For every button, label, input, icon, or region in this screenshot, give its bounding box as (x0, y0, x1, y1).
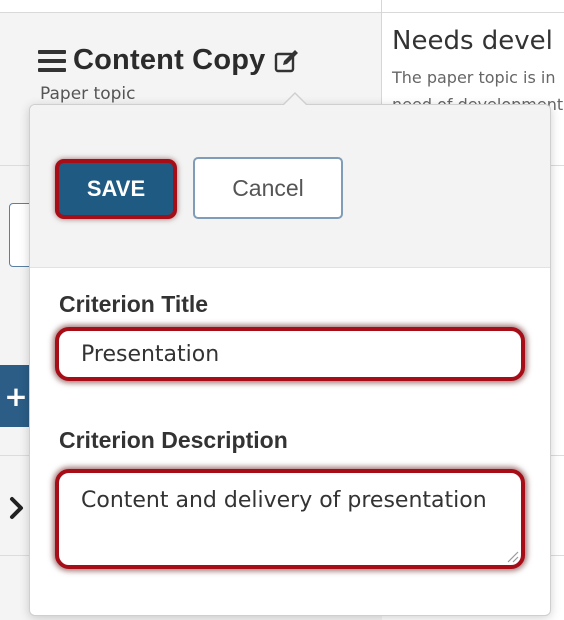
save-button[interactable]: SAVE (59, 163, 173, 215)
add-rating-button[interactable]: + (0, 365, 30, 427)
criterion-description-textarea[interactable]: Content and delivery of presentation (55, 469, 525, 569)
edit-criterion-popover: SAVE Cancel Criterion Title Criterion De… (29, 104, 551, 616)
criterion-title-input[interactable] (55, 327, 525, 381)
hamburger-icon[interactable] (38, 49, 66, 72)
criterion-header: Content Copy (38, 44, 300, 77)
criterion-description: Paper topic (40, 84, 136, 104)
criterion-name: Content Copy (73, 44, 266, 76)
edit-icon[interactable] (274, 48, 300, 74)
chevron-right-icon[interactable] (6, 493, 28, 523)
plus-icon: + (4, 379, 28, 413)
rating-title: Needs devel (392, 26, 553, 56)
table-top-border (0, 0, 564, 13)
criterion-description-label: Criterion Description (59, 427, 288, 453)
rating-description-clip: The paper topic is in need of developmen… (382, 60, 564, 110)
cancel-button[interactable]: Cancel (193, 157, 343, 219)
resize-handle-icon[interactable] (507, 551, 519, 563)
popover-header: SAVE Cancel (30, 105, 550, 268)
popover-arrow-fill (283, 94, 307, 106)
criterion-title-label: Criterion Title (59, 291, 209, 317)
